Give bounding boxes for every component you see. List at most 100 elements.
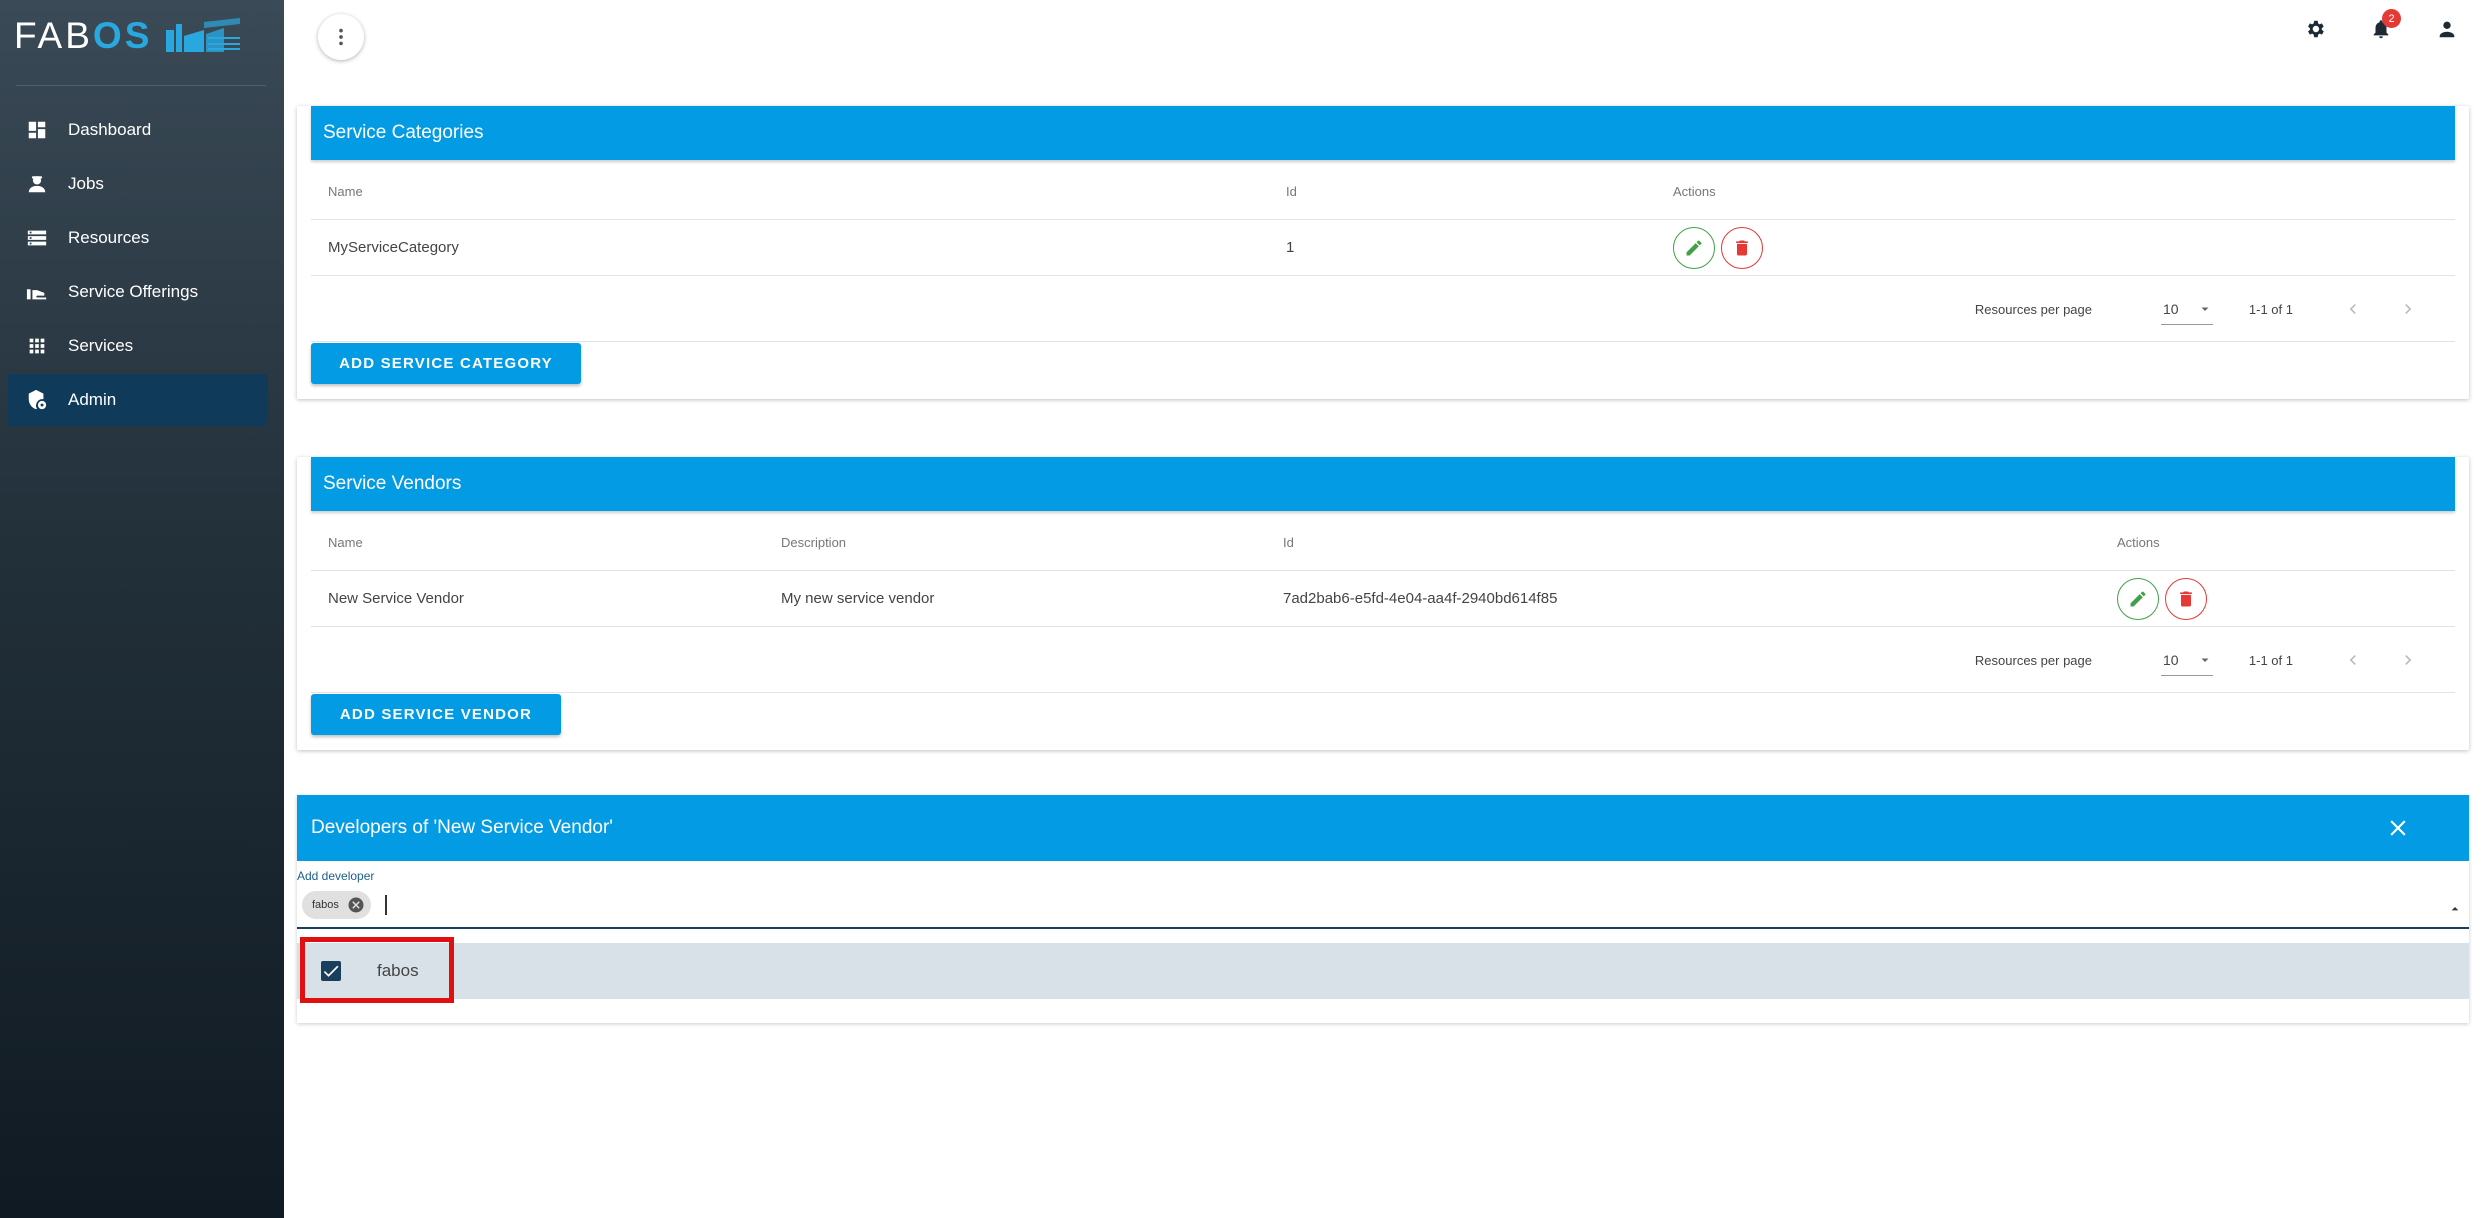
column-header-name[interactable]: Name [328,164,363,219]
text-cursor [385,895,387,915]
next-page-button[interactable] [2398,650,2418,670]
fabos-logo[interactable]: FABOS [14,12,264,60]
add-developer-label: Add developer [297,869,375,883]
column-header-name[interactable]: Name [328,515,363,570]
developers-title: Developers of 'New Service Vendor' [311,817,613,838]
service-categories-table: Name Id Actions MyServiceCategory 1 Reso… [311,164,2455,342]
card-title: Service Categories [323,122,484,143]
factory-logo-icon [166,18,241,52]
hand-offer-icon [25,280,49,304]
service-categories-header: Service Categories [311,106,2455,160]
column-header-actions: Actions [2117,535,2160,550]
selection-highlight-box [300,937,454,1003]
developer-option[interactable]: fabos [297,943,2469,999]
sidebar-item-label: Dashboard [68,120,152,139]
remove-chip-button[interactable] [347,896,365,914]
edit-button[interactable] [2117,577,2159,620]
close-developers-button[interactable] [2385,815,2411,841]
service-categories-card: Service Categories Name Id Actions MySer… [297,106,2469,399]
sidebar-item-admin[interactable]: Admin [8,374,268,426]
dropdown-arrow-icon [2201,307,2209,311]
sidebar-divider [16,85,266,86]
add-service-vendor-button[interactable]: ADD SERVICE VENDOR [311,694,561,735]
sidebar-item-resources[interactable]: Resources [8,212,268,264]
column-header-id[interactable]: Id [1286,164,1297,219]
pencil-icon [1686,239,1702,255]
developers-panel: Developers of 'New Service Vendor' Add d… [297,795,2469,1023]
category-name-cell: MyServiceCategory [328,239,459,256]
logo-suffix: OS [92,15,153,56]
dashboard-icon [25,118,49,142]
sidebar-item-label: Service Offerings [68,282,199,301]
page-size-label: Resources per page [1974,652,2092,668]
chevron-right-icon [2405,655,2412,665]
cancel-circle-icon [348,897,364,913]
sidebar-item-service-offerings[interactable]: Service Offerings [8,266,268,318]
edit-button[interactable] [1673,226,1715,269]
developers-header: Developers of 'New Service Vendor' [297,795,2469,861]
chip-label: fabos [312,899,339,911]
more-options-button[interactable] [318,14,364,60]
vendor-id-cell: 7ad2bab6-e5fd-4e04-aa4f-2940bd614f85 [1283,590,1558,607]
page-size-select[interactable]: 10 [2161,644,2213,676]
column-header-id[interactable]: Id [1283,515,1294,570]
card-title: Service Vendors [323,473,462,494]
notification-count-badge: 2 [2382,9,2401,28]
delete-button[interactable] [1721,226,1763,269]
add-service-category-button[interactable]: ADD SERVICE CATEGORY [311,343,581,384]
vendor-description-cell: My new service vendor [781,590,935,607]
chevron-left-icon [2349,655,2356,665]
close-icon [2390,820,2406,836]
dropdown-toggle[interactable] [2447,901,2463,917]
person-icon [2439,21,2455,38]
sidebar-item-label: Admin [68,390,117,409]
table-row: New Service Vendor My new service vendor… [311,571,2455,627]
kebab-menu-icon [339,28,343,46]
topbar-actions: 2 [2304,9,2458,40]
previous-page-button[interactable] [2343,299,2363,319]
category-id-cell: 1 [1286,239,1295,256]
worker-icon [25,172,49,196]
storage-icon [25,226,49,250]
sidebar-item-label: Services [68,336,134,355]
table-header-row: Name Description Id Actions [311,515,2455,571]
service-vendors-card: Service Vendors Name Description Id Acti… [297,457,2469,750]
page-range: 1-1 of 1 [2248,301,2293,317]
page-size-label: Resources per page [1974,301,2092,317]
sidebar-item-dashboard[interactable]: Dashboard [8,104,268,156]
sidebar-item-label: Resources [68,228,150,247]
gear-icon [2308,20,2324,38]
page-size-value: 10 [2163,300,2179,317]
row-actions [1673,220,1769,275]
next-page-button[interactable] [2398,299,2418,319]
trash-icon [1736,240,1748,255]
sidebar-item-jobs[interactable]: Jobs [8,158,268,210]
pencil-icon [2130,590,2146,606]
chevron-right-icon [2405,304,2412,314]
admin-shield-icon [25,388,49,412]
settings-button[interactable] [2304,18,2326,40]
paginator: Resources per page 10 1-1 of 1 [311,276,2455,342]
chevron-left-icon [2349,304,2356,314]
sidebar-item-services[interactable]: Services [8,320,268,372]
row-actions [2117,571,2213,626]
apps-grid-icon [25,334,49,358]
delete-button[interactable] [2165,577,2207,620]
notifications-button[interactable]: 2 [2370,9,2401,40]
dropdown-arrow-icon [2201,658,2209,662]
page-size-select[interactable]: 10 [2161,293,2213,325]
account-button[interactable] [2436,18,2458,40]
add-developer-input[interactable]: fabos [297,887,2469,929]
sidebar-nav: Dashboard Jobs Resources Service Offerin… [8,104,268,428]
arrow-up-icon [2451,907,2459,911]
column-header-actions: Actions [1673,184,1716,199]
table-header-row: Name Id Actions [311,164,2455,220]
previous-page-button[interactable] [2343,650,2363,670]
sidebar-item-label: Jobs [68,174,104,193]
paginator: Resources per page 10 1-1 of 1 [311,627,2455,693]
developer-chip: fabos [302,891,371,919]
column-header-description[interactable]: Description [781,515,846,570]
vendor-name-cell: New Service Vendor [328,590,464,607]
table-row: MyServiceCategory 1 [311,220,2455,276]
service-vendors-header: Service Vendors [311,457,2455,511]
